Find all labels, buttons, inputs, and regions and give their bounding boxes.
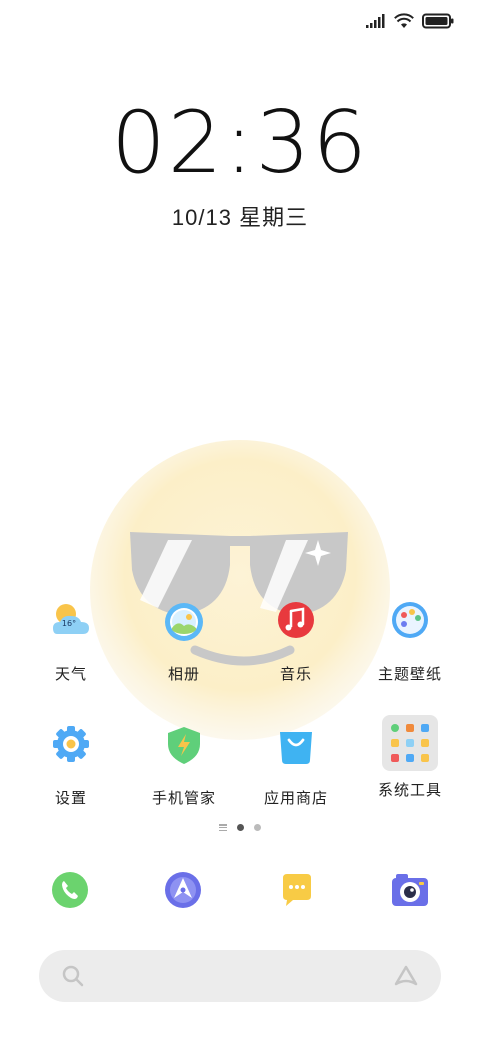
messages-icon[interactable] — [277, 870, 317, 910]
app-gallery[interactable]: 相册 — [129, 600, 239, 684]
app-label: 系统工具 — [377, 782, 442, 799]
app-themes[interactable]: 主题壁纸 — [355, 600, 465, 684]
page-indicator — [0, 824, 480, 831]
camera-icon[interactable] — [390, 870, 430, 910]
page-dot-2[interactable] — [254, 824, 261, 831]
app-store-icon — [280, 732, 312, 764]
page-list-icon[interactable] — [219, 824, 227, 831]
lockscreen-date: 10/13 星期三 — [171, 205, 309, 230]
app-label: 天气 — [54, 666, 87, 683]
assistant-icon[interactable] — [393, 964, 419, 988]
wifi-icon — [394, 13, 414, 28]
settings-icon — [53, 726, 89, 762]
app-label: 相册 — [167, 666, 200, 683]
folder-system-tools[interactable]: 系统工具 — [355, 714, 465, 800]
wallpaper-sunglasses-emoji — [90, 440, 390, 740]
app-music[interactable]: 音乐 — [241, 600, 351, 684]
system-tools-folder-icon — [382, 715, 438, 771]
home-screen: 02:36 10/13 星期三 16° 天气 相册 音乐 主题壁纸 设置 手机管… — [0, 0, 480, 1040]
security-icon — [168, 727, 200, 764]
app-store[interactable]: 应用商店 — [241, 724, 351, 808]
app-label: 手机管家 — [151, 790, 216, 807]
gallery-icon — [165, 603, 203, 641]
themes-icon — [392, 602, 428, 638]
app-security[interactable]: 手机管家 — [129, 724, 239, 808]
signal-bars-icon — [366, 14, 385, 28]
search-bar[interactable] — [39, 950, 441, 1002]
lockscreen-clock: 02:36 — [111, 93, 369, 193]
app-settings[interactable]: 设置 — [16, 724, 126, 808]
app-label: 应用商店 — [263, 790, 328, 807]
app-label: 音乐 — [279, 666, 312, 683]
weather-temp: 16° — [62, 619, 76, 628]
battery-icon — [422, 13, 454, 29]
browser-icon[interactable] — [163, 870, 203, 910]
app-label: 设置 — [54, 790, 87, 807]
app-weather[interactable]: 16° 天气 — [16, 600, 126, 684]
music-icon — [278, 602, 314, 638]
page-dot-1[interactable] — [237, 824, 244, 831]
status-bar — [366, 10, 454, 32]
phone-icon[interactable] — [50, 870, 90, 910]
search-icon[interactable] — [61, 964, 85, 988]
app-label: 主题壁纸 — [377, 666, 442, 683]
weather-icon: 16° — [53, 604, 89, 634]
